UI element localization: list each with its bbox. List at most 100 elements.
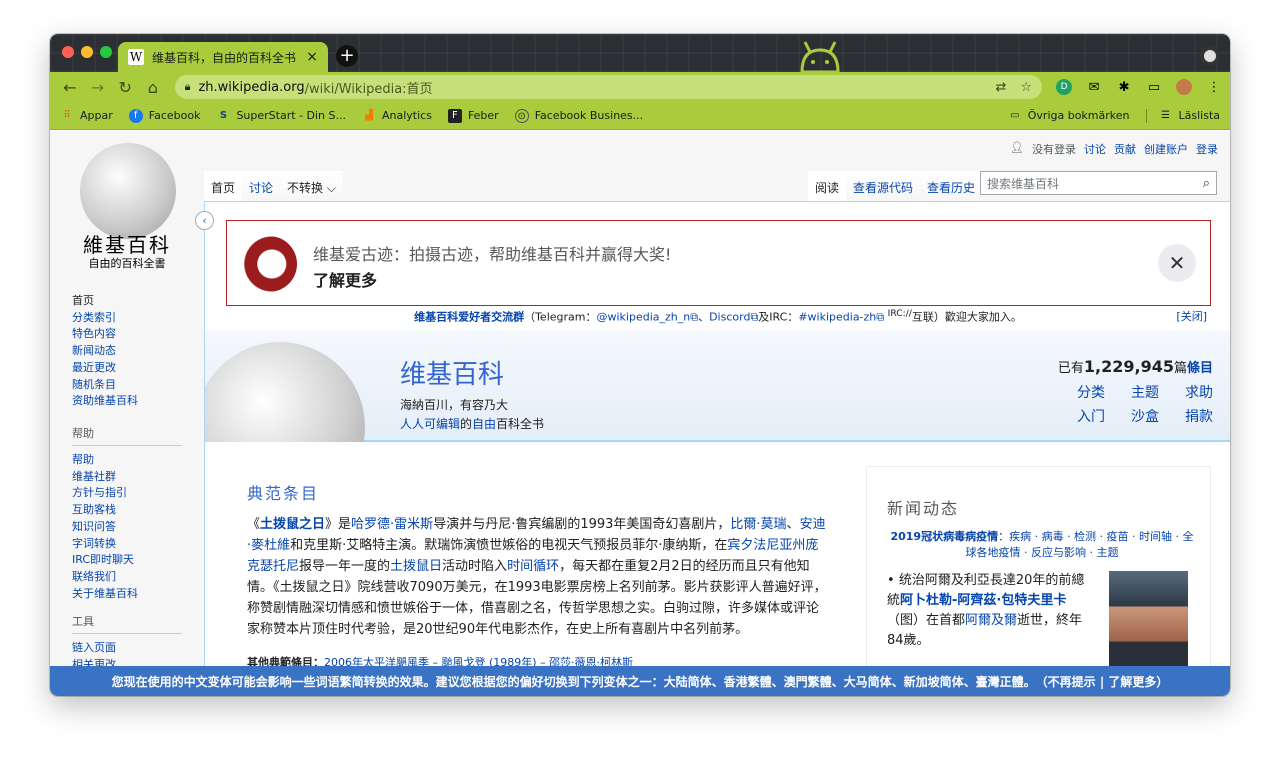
collapse-sidebar-button[interactable]: ‹: [195, 211, 214, 230]
tab-view-source[interactable]: 查看源代码: [846, 171, 921, 202]
bookmark-item[interactable]: F Feber: [447, 108, 499, 123]
kebab-menu-icon[interactable]: ⋮: [1206, 79, 1222, 95]
translate-icon[interactable]: ⇄: [995, 80, 1006, 95]
tab-main-page[interactable]: 首页: [204, 171, 243, 202]
minimize-window-button[interactable]: [81, 46, 93, 58]
nav-heading-help: 帮助: [72, 425, 182, 446]
telegram-link[interactable]: @wikipedia_zh_n: [596, 311, 690, 324]
article-text: 、: [786, 517, 800, 532]
dismiss-notice-link[interactable]: [关闭]: [1176, 308, 1207, 324]
nav-link-main-page[interactable]: 首页: [72, 293, 182, 310]
covid-links[interactable]: 2019冠状病毒病疫情：疾病 · 病毒 · 检测 · 疫苗 · 时间轴 · 全球…: [887, 529, 1197, 561]
login-link[interactable]: 登录: [1196, 141, 1218, 157]
home-icon[interactable]: ⌂: [141, 75, 165, 99]
article-text: 活动时陷入: [442, 559, 508, 574]
article-link[interactable]: 土拨鼠日: [390, 559, 442, 574]
nav-link[interactable]: 最近更改: [72, 360, 182, 377]
user-avatar-icon[interactable]: [1176, 79, 1193, 95]
back-arrow-icon[interactable]: ←: [58, 75, 82, 99]
bookmark-item[interactable]: ⠿ Appar: [60, 109, 112, 123]
nav-link[interactable]: 分类索引: [72, 310, 182, 327]
maximize-window-button[interactable]: [100, 46, 112, 58]
article-link[interactable]: 比爾·莫瑞: [730, 517, 786, 532]
wikipedia-globe-logo-icon[interactable]: [80, 143, 176, 239]
search-icon[interactable]: ⌕: [1203, 176, 1210, 191]
puzzle-extensions-icon[interactable]: ✱: [1116, 79, 1132, 95]
article-text: 》是: [325, 517, 352, 532]
article-text: 报导一年一度的: [299, 559, 391, 574]
news-heading: 新闻动态: [887, 499, 960, 518]
cast-icon[interactable]: ▭: [1146, 79, 1162, 95]
portal-link[interactable]: 沙盒: [1131, 406, 1159, 426]
bookmark-item[interactable]: ⊙ Facebook Busines...: [514, 108, 643, 123]
new-tab-button[interactable]: +: [336, 45, 358, 67]
nav-link[interactable]: 随机条目: [72, 377, 182, 394]
reload-icon[interactable]: ↻: [113, 75, 137, 99]
nav-link[interactable]: 特色内容: [72, 326, 182, 343]
nav-link[interactable]: 互助客栈: [72, 502, 182, 519]
reading-list[interactable]: ☰ Läslista: [1145, 108, 1220, 123]
article-link[interactable]: 哈罗德·雷米斯: [351, 517, 433, 532]
search-input[interactable]: 搜索维基百科 ⌕: [980, 171, 1217, 195]
irc-link[interactable]: #wikipedia-zh: [798, 311, 876, 324]
news-item: • 统治阿爾及利亞長達20年的前總統阿卜杜勒-阿齊茲·包特夫里卡（图）在首都阿爾…: [887, 573, 1085, 648]
tab-read[interactable]: 阅读: [808, 171, 847, 202]
nav-link[interactable]: 方针与指引: [72, 485, 182, 502]
portal-link[interactable]: 入门: [1077, 406, 1105, 426]
nav-link[interactable]: 字词转换: [72, 536, 182, 553]
url-host: zh.wikipedia.org: [198, 79, 305, 95]
variant-dropdown[interactable]: 不转换 ⌵: [280, 171, 343, 202]
nav-link[interactable]: 联络我们: [72, 569, 182, 586]
view-tabs: 阅读 查看源代码 查看历史: [808, 171, 983, 202]
close-tab-icon[interactable]: ×: [306, 49, 318, 65]
create-account-link[interactable]: 创建账户: [1144, 141, 1188, 157]
forward-arrow-icon[interactable]: →: [86, 75, 110, 99]
android-theme-icon: [800, 41, 840, 72]
contribs-link[interactable]: 贡献: [1114, 141, 1136, 157]
close-window-button[interactable]: [62, 46, 74, 58]
nav-link[interactable]: 资助维基百科: [72, 393, 182, 410]
banner-learn-more[interactable]: 了解更多: [313, 267, 377, 291]
motto: 海納百川，有容乃大: [400, 398, 509, 412]
address-bar[interactable]: 🔒︎ zh.wikipedia.org/wiki/Wikipedia:首页 ⇄ …: [174, 75, 1043, 99]
nav-link[interactable]: 知识问答: [72, 519, 182, 536]
portal-link[interactable]: 捐款: [1185, 406, 1213, 426]
banner-close-icon[interactable]: ✕: [1158, 244, 1196, 282]
portal-link[interactable]: 分类: [1077, 382, 1105, 402]
bookmark-item[interactable]: S SuperStart - Din S...: [216, 109, 346, 123]
nav-link[interactable]: 链入页面: [72, 640, 182, 657]
bookmark-item[interactable]: ▟ Analytics: [362, 109, 432, 123]
nav-link[interactable]: 维基社群: [72, 469, 182, 486]
lock-icon: 🔒︎: [184, 80, 191, 93]
site-notice: 维基百科爱好者交流群（Telegram：@wikipedia_zh_n⧉、Dis…: [414, 308, 1207, 324]
portal-link[interactable]: 求助: [1185, 382, 1213, 402]
bookmark-star-icon[interactable]: ☆: [1020, 80, 1032, 95]
nav-link[interactable]: 新闻动态: [72, 343, 182, 360]
news-box: 新闻动态 2019冠状病毒病疫情：疾病 · 病毒 · 检测 · 疫苗 · 时间轴…: [866, 466, 1211, 696]
talk-link[interactable]: 讨论: [1084, 141, 1106, 157]
nav-link[interactable]: 帮助: [72, 452, 182, 469]
article-link[interactable]: 土拨鼠之日: [260, 517, 325, 532]
news-photo[interactable]: [1109, 571, 1188, 671]
dismiss-links[interactable]: （不再提示 | 了解更多）: [1036, 673, 1169, 690]
extension-dashlane-icon[interactable]: D: [1056, 79, 1073, 95]
discord-link[interactable]: Discord: [709, 311, 750, 324]
article-link[interactable]: 时间循环: [507, 559, 559, 574]
tab-talk[interactable]: 讨论: [242, 171, 281, 202]
profile-avatar[interactable]: [1200, 46, 1220, 66]
bookmark-item[interactable]: f Facebook: [128, 108, 200, 123]
nav-link[interactable]: IRC即时聊天: [72, 552, 182, 569]
variant-links[interactable]: 大陆简体、香港繁體、澳門繁體、大马简体、新加坡简体、臺灣正體。: [664, 673, 1036, 690]
other-bookmarks[interactable]: ▭ Övriga bokmärken: [1008, 109, 1129, 123]
browser-tab[interactable]: W 维基百科，自由的百科全书 ×: [118, 42, 328, 72]
community-chat-link[interactable]: 维基百科爱好者交流群: [414, 311, 524, 324]
tab-history[interactable]: 查看历史: [920, 171, 983, 202]
nav-main: 首页 分类索引 特色内容 新闻动态 最近更改 随机条目 资助维基百科: [72, 293, 182, 410]
portal-link[interactable]: 主题: [1131, 382, 1159, 402]
mail-extension-icon[interactable]: ✉: [1086, 79, 1102, 95]
article-text: 《: [247, 517, 261, 532]
puzzle-globe-icon: [205, 330, 365, 442]
wikipedia-favicon-icon: W: [128, 49, 144, 65]
campaign-banner[interactable]: 维基爱古迹：拍摄古迹，帮助维基百科并赢得大奖! 了解更多 ✕: [226, 220, 1211, 306]
nav-link[interactable]: 关于维基百科: [72, 586, 182, 603]
